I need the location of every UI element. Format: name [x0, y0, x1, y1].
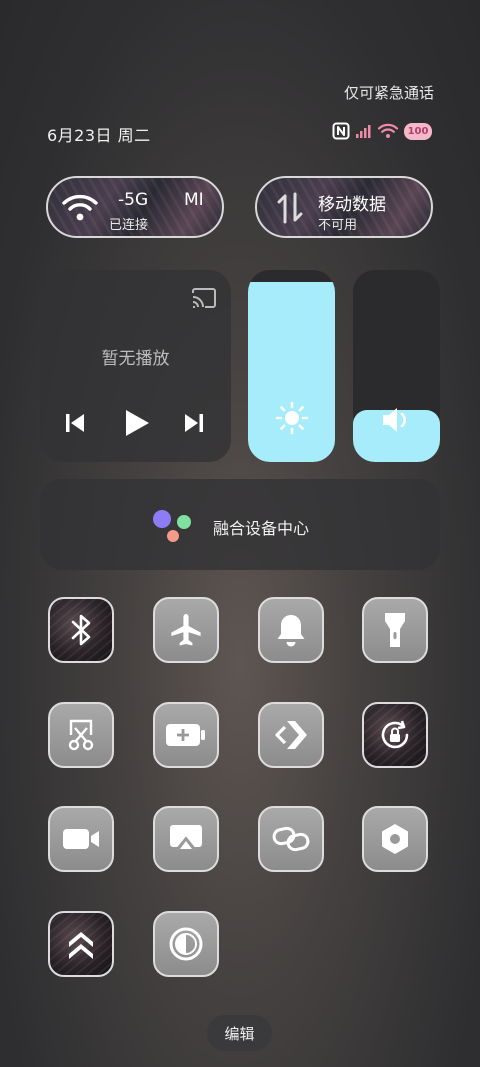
mobile-data-title: 移动数据 [318, 195, 386, 215]
double-chevron-up-icon [69, 932, 93, 959]
contrast-icon [169, 927, 203, 961]
flashlight-toggle[interactable] [362, 597, 428, 663]
hexagon-nut-icon [382, 824, 408, 854]
bluetooth-toggle[interactable] [48, 597, 114, 663]
nfc-icon [332, 122, 350, 140]
rotation-lock-toggle[interactable] [362, 702, 428, 768]
emergency-call-text: 仅可紧急通话 [343, 84, 434, 102]
data-arrows-icon [277, 192, 303, 224]
signal-icon [356, 125, 371, 138]
previous-icon[interactable] [64, 412, 86, 434]
fusion-device-center[interactable]: 融合设备中心 [40, 479, 440, 570]
next-icon[interactable] [183, 412, 205, 434]
share-arrow-icon [275, 721, 307, 749]
fusion-label: 融合设备中心 [213, 519, 310, 538]
screen-record-toggle[interactable] [48, 806, 114, 872]
mobile-data-tile[interactable]: 移动数据 不可用 [255, 176, 433, 238]
play-icon[interactable] [123, 408, 151, 438]
wifi-icon [378, 123, 398, 138]
bell-icon [277, 615, 305, 647]
battery-saver-toggle[interactable] [153, 702, 219, 768]
flashlight-icon [385, 613, 405, 647]
battery-icon: 100 [404, 122, 432, 140]
screen-cast-toggle[interactable] [153, 806, 219, 872]
wifi-network-extra: MI [184, 190, 204, 210]
scissors-icon [68, 719, 94, 751]
bluetooth-icon [71, 614, 91, 646]
brightness-slider[interactable] [248, 270, 335, 462]
cast-icon[interactable] [191, 287, 217, 309]
date-text: 6月23日 周二 [47, 126, 151, 145]
volume-slider[interactable] [353, 270, 440, 462]
wifi-icon [62, 194, 98, 221]
edit-button[interactable]: 编辑 [207, 1015, 272, 1051]
airplane-toggle[interactable] [153, 597, 219, 663]
settings-hex-toggle[interactable] [362, 806, 428, 872]
no-playback-text: 暂无播放 [101, 349, 170, 369]
link-toggle[interactable] [258, 806, 324, 872]
assistant-dots-icon [153, 510, 191, 542]
battery-plus-icon [166, 724, 205, 746]
wifi-network-name: -5G [118, 190, 149, 210]
link-icon [272, 826, 310, 852]
rotation-lock-icon [381, 720, 409, 749]
video-camera-icon [63, 829, 99, 849]
sun-icon [275, 401, 309, 435]
media-player-card: 暂无播放 [40, 270, 231, 462]
status-icons: 100 [332, 122, 432, 140]
screenshot-toggle[interactable] [48, 702, 114, 768]
mobile-data-status: 不可用 [318, 218, 358, 233]
wifi-status: 已连接 [109, 218, 149, 233]
ringer-toggle[interactable] [258, 597, 324, 663]
airplane-icon [171, 614, 201, 646]
nearby-share-toggle[interactable] [258, 702, 324, 768]
dark-mode-toggle[interactable] [153, 911, 219, 977]
performance-toggle[interactable] [48, 911, 114, 977]
screencast-icon [170, 825, 202, 850]
wifi-tile[interactable]: -5G MI 已连接 [46, 176, 224, 238]
speaker-icon [383, 408, 406, 432]
